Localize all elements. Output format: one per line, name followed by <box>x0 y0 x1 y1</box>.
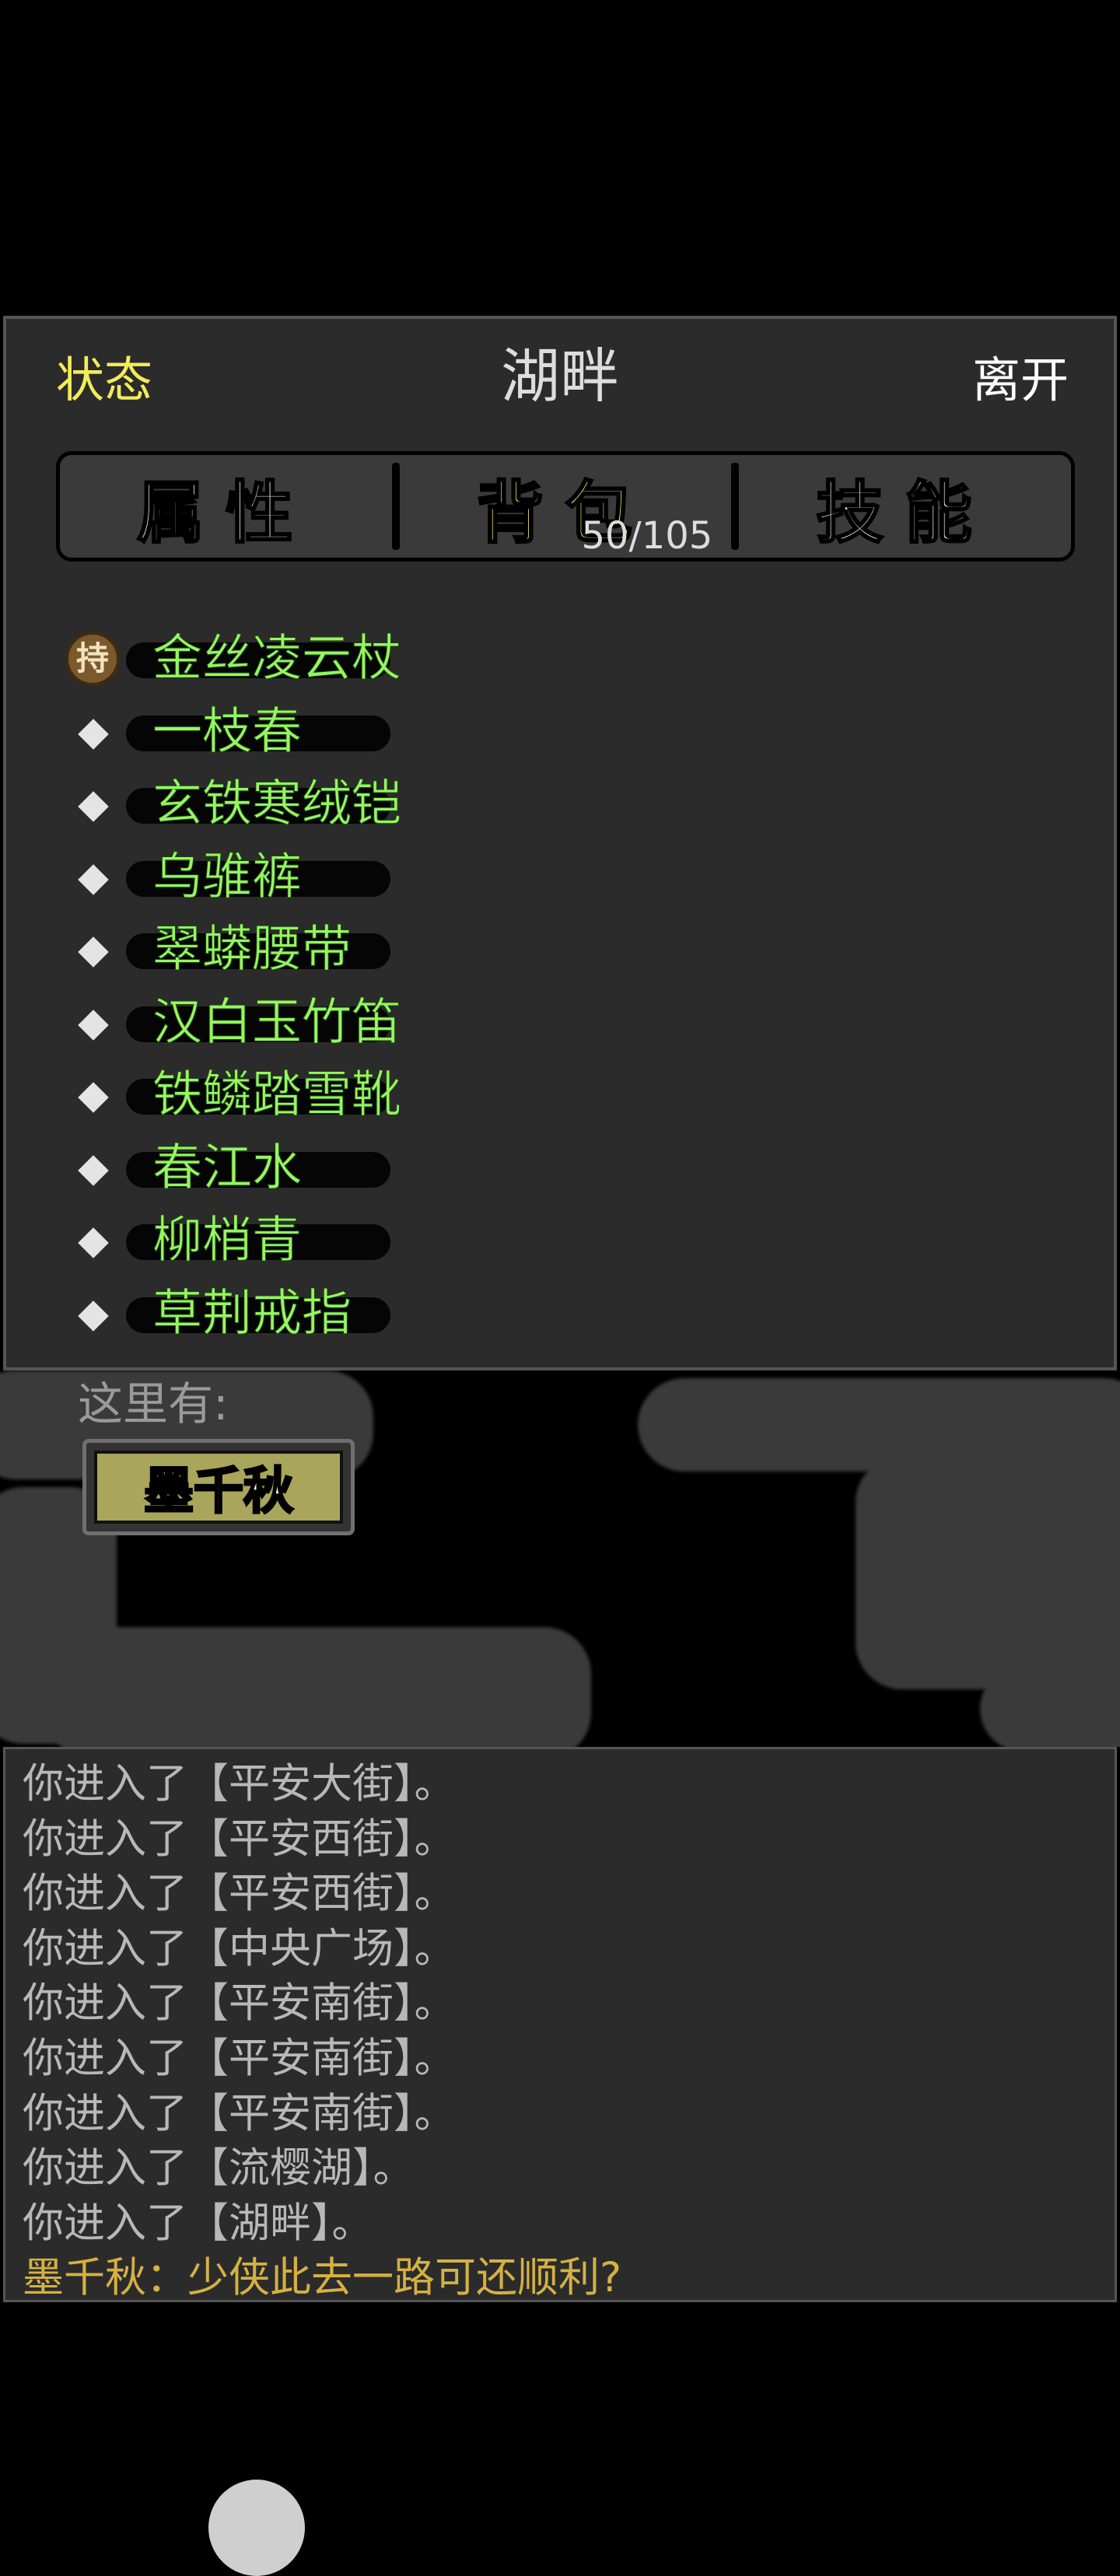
log-line: 你进入了【湖畔】。 <box>23 2199 373 2247</box>
log-line: 你进入了【平安西街】。 <box>23 1815 456 1863</box>
inventory-item[interactable]: 柳梢青 <box>61 1206 761 1279</box>
fog-decoration <box>47 1627 591 1747</box>
tab-skills[interactable]: 技能 <box>739 455 1071 558</box>
log-line: 你进入了【中央广场】。 <box>23 1924 456 1972</box>
diamond-bullet-icon <box>78 1227 109 1258</box>
item-name: 金丝凌云杖 <box>152 630 402 688</box>
diamond-bullet-icon <box>78 1082 109 1113</box>
item-name: 汉白玉竹笛 <box>152 993 402 1052</box>
item-name: 翠蟒腰带 <box>152 921 352 979</box>
item-name: 春江水 <box>152 1139 303 1197</box>
item-name: 柳梢青 <box>152 1212 303 1270</box>
tab-attributes-label: 属性 <box>136 473 315 553</box>
diamond-bullet-icon <box>78 936 109 968</box>
inventory-item[interactable]: 草荆戒指 <box>61 1279 761 1352</box>
tab-divider <box>731 463 740 550</box>
log-line: 你进入了【平安大街】。 <box>23 1760 456 1808</box>
log-line: 你进入了【流樱湖】。 <box>23 2144 415 2193</box>
diamond-bullet-icon <box>78 1300 109 1332</box>
npc-button[interactable]: 墨千秋 <box>82 1439 355 1535</box>
fog-decoration <box>856 1456 1120 1689</box>
npc-name: 墨千秋 <box>94 1451 343 1524</box>
item-name: 草荆戒指 <box>152 1284 352 1342</box>
log-line: 你进入了【平安南街】。 <box>23 2089 456 2137</box>
inventory-item[interactable]: 铁鳞踏雪靴 <box>61 1060 761 1133</box>
log-line: 你进入了【平安南街】。 <box>23 2034 456 2082</box>
tab-attributes[interactable]: 属性 <box>60 455 392 558</box>
diamond-bullet-icon <box>78 1009 109 1041</box>
scene-area: 这里有: 墨千秋 <box>0 1370 1120 1747</box>
item-name: 乌骓裤 <box>152 848 303 906</box>
inventory-item[interactable]: 持 金丝凌云杖 <box>61 624 761 697</box>
inventory-list: 持 金丝凌云杖 一枝春 玄铁寒绒铠 乌骓裤 翠蟒腰带 汉白玉竹笛 铁鳞踏雪靴 春… <box>61 624 761 1351</box>
diamond-bullet-icon <box>78 1154 109 1186</box>
inventory-item[interactable]: 玄铁寒绒铠 <box>61 769 761 842</box>
diamond-bullet-icon <box>78 791 109 822</box>
inventory-item[interactable]: 一枝春 <box>61 697 761 770</box>
character-panel: 状态 湖畔 离开 属性 背包 50/105 技能 持 金丝凌云杖 一枝春 玄铁寒… <box>3 316 1117 1370</box>
item-name: 一枝春 <box>152 702 303 761</box>
location-title: 湖畔 <box>501 341 619 411</box>
npc-dialog-line: 墨千秋：少侠此去一路可还顺利? <box>23 2254 622 2302</box>
diamond-bullet-icon <box>78 863 109 895</box>
message-log: 你进入了【平安大街】。 你进入了【平安西街】。 你进入了【平安西街】。 你进入了… <box>3 1747 1117 2302</box>
tab-backpack[interactable]: 背包 50/105 <box>400 455 732 558</box>
here-label: 这里有: <box>78 1377 229 1430</box>
item-name: 玄铁寒绒铠 <box>152 775 402 834</box>
backpack-capacity: 50/105 <box>581 514 713 558</box>
top-bar: 状态 湖畔 离开 <box>6 319 1114 412</box>
fog-decoration <box>980 1666 1120 1747</box>
item-name: 铁鳞踏雪靴 <box>152 1066 402 1125</box>
diamond-bullet-icon <box>78 718 109 750</box>
leave-button[interactable]: 离开 <box>972 341 1069 411</box>
log-line: 你进入了【平安南街】。 <box>23 1979 456 2028</box>
floating-assist-icon[interactable] <box>208 2480 305 2576</box>
log-line: 你进入了【平安西街】。 <box>23 1870 456 1918</box>
inventory-item[interactable]: 乌骓裤 <box>61 842 761 915</box>
equipped-badge-icon: 持 <box>65 632 120 686</box>
inventory-item[interactable]: 翠蟒腰带 <box>61 915 761 988</box>
tab-divider <box>391 463 400 550</box>
inventory-item[interactable]: 春江水 <box>61 1133 761 1206</box>
inventory-item[interactable]: 汉白玉竹笛 <box>61 988 761 1061</box>
tab-skills-label: 技能 <box>815 473 994 553</box>
tab-bar: 属性 背包 50/105 技能 <box>56 451 1075 562</box>
